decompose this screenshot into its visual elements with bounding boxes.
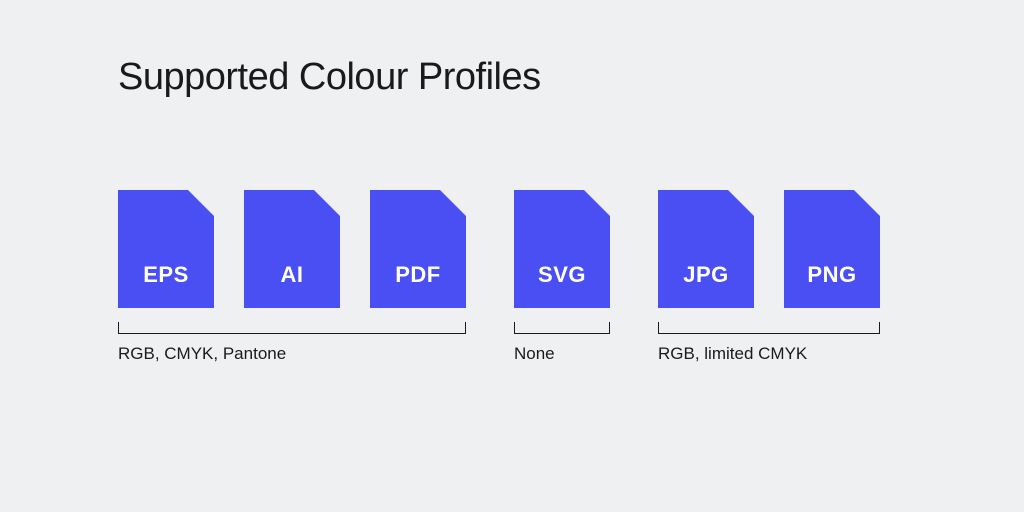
page-fold-icon — [440, 190, 466, 216]
file-type-row: EPS AI PDF RGB, CMYK, Pantone SVG — [118, 190, 880, 364]
file-icon-ai: AI — [244, 190, 340, 308]
file-icon-svg: SVG — [514, 190, 610, 308]
page-fold-icon — [584, 190, 610, 216]
diagram-canvas: Supported Colour Profiles EPS AI PDF RGB… — [0, 0, 1024, 512]
group-raster-formats: JPG PNG RGB, limited CMYK — [658, 190, 880, 364]
file-icon-jpg: JPG — [658, 190, 754, 308]
file-label: AI — [244, 262, 340, 288]
group-2-icons: JPG PNG — [658, 190, 880, 308]
group-bracket — [514, 322, 610, 334]
group-print-formats: EPS AI PDF RGB, CMYK, Pantone — [118, 190, 466, 364]
file-icon-pdf: PDF — [370, 190, 466, 308]
group-0-icons: EPS AI PDF — [118, 190, 466, 308]
file-label: SVG — [514, 262, 610, 288]
file-label: PDF — [370, 262, 466, 288]
file-label: EPS — [118, 262, 214, 288]
file-label: PNG — [784, 262, 880, 288]
file-label: JPG — [658, 262, 754, 288]
page-fold-icon — [728, 190, 754, 216]
group-caption: None — [514, 344, 610, 364]
page-fold-icon — [854, 190, 880, 216]
group-caption: RGB, CMYK, Pantone — [118, 344, 466, 364]
file-icon-png: PNG — [784, 190, 880, 308]
page-fold-icon — [188, 190, 214, 216]
group-bracket — [118, 322, 466, 334]
group-gap — [610, 190, 658, 364]
page-fold-icon — [314, 190, 340, 216]
group-svg: SVG None — [514, 190, 610, 364]
file-icon-eps: EPS — [118, 190, 214, 308]
group-caption: RGB, limited CMYK — [658, 344, 880, 364]
group-gap — [466, 190, 514, 364]
group-bracket — [658, 322, 880, 334]
diagram-title: Supported Colour Profiles — [118, 56, 541, 99]
group-1-icons: SVG — [514, 190, 610, 308]
